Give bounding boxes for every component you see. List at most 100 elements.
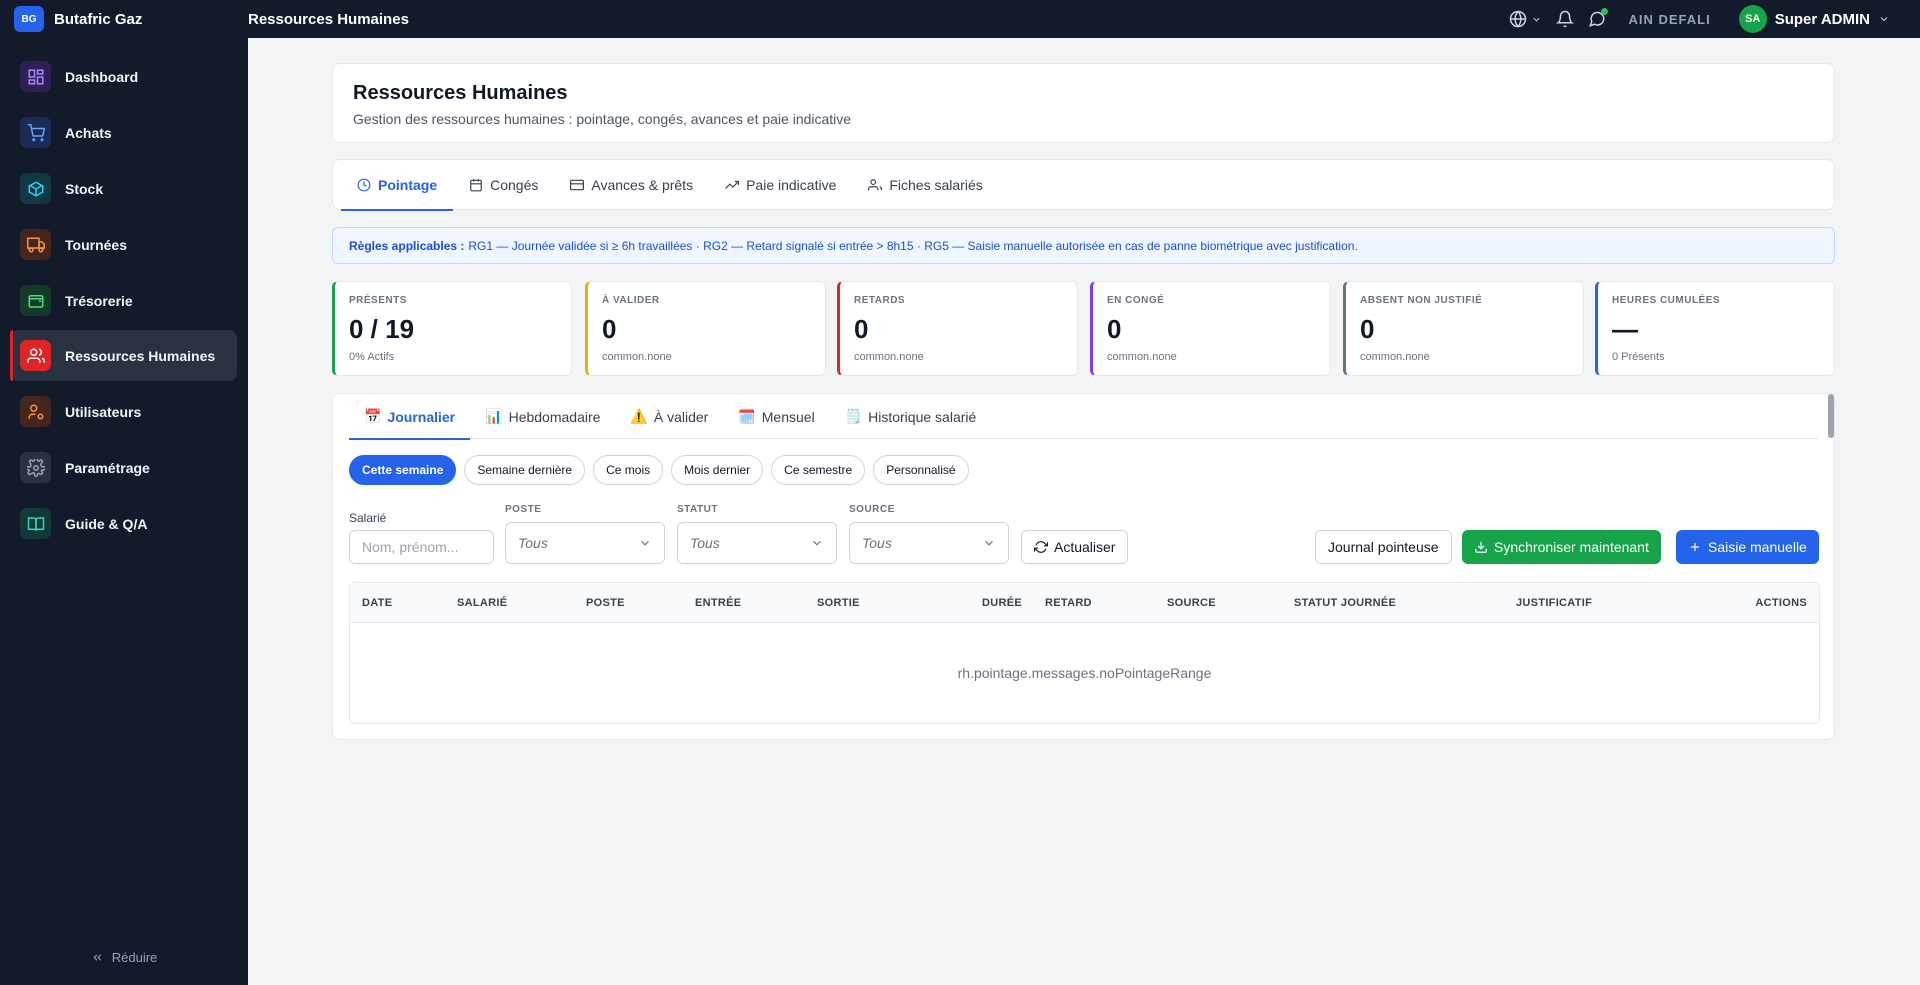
main-content: Ressources Humaines Gestion des ressourc… — [248, 38, 1920, 985]
sidebar-item-label: Guide & Q/A — [65, 515, 148, 532]
page-subtitle: Gestion des ressources humaines : pointa… — [353, 111, 852, 127]
sidebar-item-dashboard[interactable]: Dashboard — [10, 51, 237, 102]
column-statut[interactable]: STATUT JOURNÉE — [1294, 583, 1396, 623]
warning-icon: ⚠️ — [630, 408, 648, 424]
collapse-sidebar-button[interactable]: Réduire — [0, 950, 248, 965]
clock-icon — [357, 178, 371, 192]
sidebar-item-tournees[interactable]: Tournées — [10, 219, 237, 270]
sidebar-item-parametrage[interactable]: Paramétrage — [10, 442, 237, 493]
brand-logo: BG — [14, 6, 44, 32]
user-menu[interactable]: SA Super ADMIN — [1738, 5, 1890, 33]
subtab-label: Hebdomadaire — [508, 408, 601, 425]
sidebar-item-tresorerie[interactable]: Trésorerie — [10, 275, 237, 326]
sidebar-item-ressources-humaines[interactable]: Ressources Humaines — [10, 330, 237, 381]
column-entree[interactable]: ENTRÉE — [695, 583, 741, 623]
select-value: Tous — [518, 535, 548, 551]
kpi-value: 0 — [1107, 314, 1122, 344]
period-this-week[interactable]: Cette semaine — [349, 455, 457, 485]
topbar-title: Ressources Humaines — [248, 10, 409, 28]
kpi-sub: common.none — [854, 351, 924, 363]
calendar-icon: 📅 — [364, 408, 382, 424]
sidebar-item-label: Paramétrage — [65, 459, 150, 476]
user-cog-icon — [20, 396, 51, 427]
site-name: AIN DEFALI — [1628, 11, 1711, 27]
book-icon — [20, 508, 51, 539]
messages-button[interactable] — [1588, 8, 1609, 28]
subtab-a-valider[interactable]: ⚠️ À valider — [615, 394, 723, 439]
subtab-hebdomadaire[interactable]: 📊 Hebdomadaire — [470, 394, 615, 439]
kpi-sub: common.none — [1107, 351, 1177, 363]
subtab-mensuel[interactable]: 🗓️ Mensuel — [723, 394, 829, 439]
column-sortie[interactable]: SORTIE — [817, 583, 860, 623]
tab-label: Congés — [490, 177, 539, 193]
sidebar: Dashboard Achats Stock Tournées Trésorer… — [0, 38, 248, 985]
column-duree[interactable]: DURÉE — [982, 583, 1022, 623]
kpi-label: À VALIDER — [602, 295, 660, 306]
period-last-week[interactable]: Semaine dernière — [464, 455, 586, 485]
period-filters: Cette semaine Semaine dernière Ce mois M… — [349, 455, 969, 485]
subtab-historique[interactable]: 🗒️ Historique salarié — [830, 394, 992, 439]
online-dot — [1601, 8, 1609, 15]
scrollbar[interactable] — [1828, 394, 1834, 438]
employee-search-input[interactable]: Nom, prénom... — [349, 530, 494, 564]
bell-icon — [1556, 10, 1575, 28]
sidebar-item-stock[interactable]: Stock — [10, 163, 237, 214]
subtab-journalier[interactable]: 📅 Journalier — [349, 394, 471, 440]
column-date[interactable]: DATE — [362, 583, 392, 623]
source-label: SOURCE — [849, 504, 895, 515]
user-name: Super ADMIN — [1774, 10, 1870, 28]
refresh-button[interactable]: Actualiser — [1021, 530, 1129, 564]
tab-paie[interactable]: Paie indicative — [709, 160, 852, 210]
brand[interactable]: BG Butafric Gaz — [0, 6, 248, 32]
kpi-label: HEURES CUMULÉES — [1612, 295, 1721, 306]
tab-avances[interactable]: Avances & prêts — [554, 160, 709, 210]
sidebar-item-label: Stock — [65, 180, 104, 197]
kpi-label: ABSENT NON JUSTIFIÉ — [1360, 295, 1483, 306]
kpi-label: EN CONGÉ — [1107, 295, 1165, 306]
module-tabs: Pointage Congés Avances & prêts Paie ind… — [332, 159, 1835, 211]
sync-button[interactable]: Synchroniser maintenant — [1462, 530, 1661, 564]
statut-select[interactable]: Tous — [677, 522, 837, 564]
collapse-label: Réduire — [111, 950, 158, 965]
view-tabs: 📅 Journalier 📊 Hebdomadaire ⚠️ À valider… — [349, 394, 1818, 440]
kpi-a-valider: À VALIDER 0 common.none — [585, 281, 826, 376]
tab-label: Fiches salariés — [889, 177, 983, 193]
chevrons-left-icon — [93, 954, 101, 961]
sidebar-item-achats[interactable]: Achats — [10, 107, 237, 158]
tab-label: Paie indicative — [746, 177, 837, 193]
period-this-month[interactable]: Ce mois — [593, 455, 664, 485]
language-selector[interactable] — [1509, 10, 1542, 28]
top-bar: BG Butafric Gaz Ressources Humaines AIN … — [0, 0, 1920, 38]
chevron-down-icon — [1880, 17, 1888, 22]
cart-icon — [20, 117, 51, 148]
source-select[interactable]: Tous — [849, 522, 1009, 564]
poste-select[interactable]: Tous — [505, 522, 665, 564]
kpi-value: 0 — [602, 314, 617, 344]
kpi-absent: ABSENT NON JUSTIFIÉ 0 common.none — [1343, 281, 1584, 376]
column-source[interactable]: SOURCE — [1167, 583, 1216, 623]
period-last-month[interactable]: Mois dernier — [671, 455, 764, 485]
tab-conges[interactable]: Congés — [453, 160, 554, 210]
period-custom[interactable]: Personnalisé — [873, 455, 969, 485]
employee-label: Salarié — [349, 511, 387, 525]
tab-pointage[interactable]: Pointage — [341, 160, 454, 211]
notepad-icon: 🗒️ — [844, 408, 863, 424]
column-retard[interactable]: RETARD — [1045, 583, 1092, 623]
kpi-presents: PRÉSENTS 0 / 19 0% Actifs — [332, 281, 572, 376]
chevron-down-icon — [813, 540, 821, 546]
chevron-down-icon — [1533, 17, 1541, 22]
sidebar-item-guide[interactable]: Guide & Q/A — [10, 498, 237, 549]
manual-entry-button[interactable]: Saisie manuelle — [1676, 530, 1819, 564]
column-poste[interactable]: POSTE — [586, 583, 625, 623]
button-label: Saisie manuelle — [1708, 539, 1807, 555]
sidebar-item-label: Trésorerie — [65, 292, 133, 309]
sidebar-item-utilisateurs[interactable]: Utilisateurs — [10, 386, 237, 437]
tab-fiches[interactable]: Fiches salariés — [852, 160, 998, 210]
button-label: Journal pointeuse — [1328, 539, 1439, 555]
period-this-semester[interactable]: Ce semestre — [771, 455, 866, 485]
notifications-button[interactable] — [1556, 10, 1575, 28]
column-salarie[interactable]: SALARIÉ — [457, 583, 507, 623]
journal-pointeuse-button[interactable]: Journal pointeuse — [1315, 530, 1452, 564]
kpi-retards: RETARDS 0 common.none — [837, 281, 1078, 376]
column-justificatif[interactable]: JUSTIFICATIF — [1516, 583, 1592, 623]
